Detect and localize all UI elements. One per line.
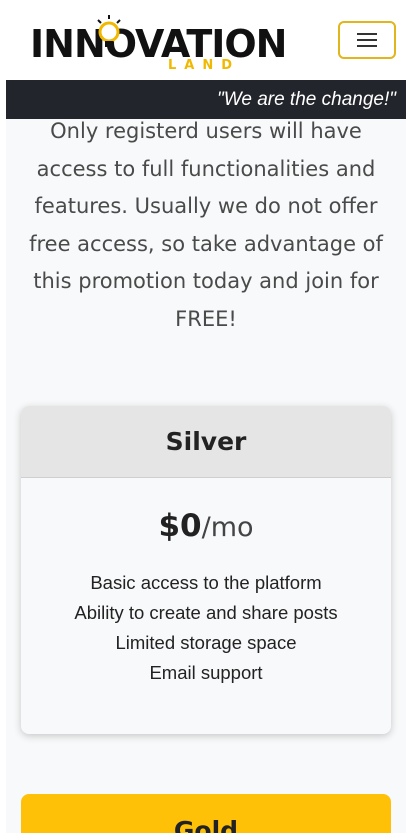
logo-subtitle: LAND	[168, 58, 241, 73]
lightbulb-icon	[97, 15, 121, 47]
page-edge	[0, 0, 6, 833]
feature-list: Basic access to the platform Ability to …	[21, 568, 391, 688]
feature-item: Basic access to the platform	[90, 572, 322, 593]
price-period: /mo	[201, 512, 254, 543]
plan-title: Gold	[173, 816, 239, 833]
plan-card-gold: Gold	[21, 794, 391, 833]
hamburger-icon	[357, 29, 377, 51]
tagline: "We are the change!"	[217, 88, 396, 110]
plan-price: $0/mo	[21, 508, 391, 544]
navbar: INNOVATION LAND	[6, 0, 406, 80]
brand-logo[interactable]: INNOVATION LAND	[30, 14, 287, 78]
price-amount: $0	[158, 508, 202, 544]
plan-card-silver: Silver $0/mo Basic access to the platfor…	[21, 406, 391, 734]
plan-title: Silver	[165, 427, 247, 456]
intro-text: Only registerd users will have access to…	[29, 119, 383, 331]
logo-wordmark: INNOVATION	[30, 22, 287, 66]
feature-item: Ability to create and share posts	[74, 602, 338, 623]
feature-item: Email support	[149, 662, 263, 683]
feature-item: Limited storage space	[115, 632, 297, 653]
menu-toggle-button[interactable]	[338, 21, 396, 59]
plan-card-header: Silver	[21, 406, 391, 478]
